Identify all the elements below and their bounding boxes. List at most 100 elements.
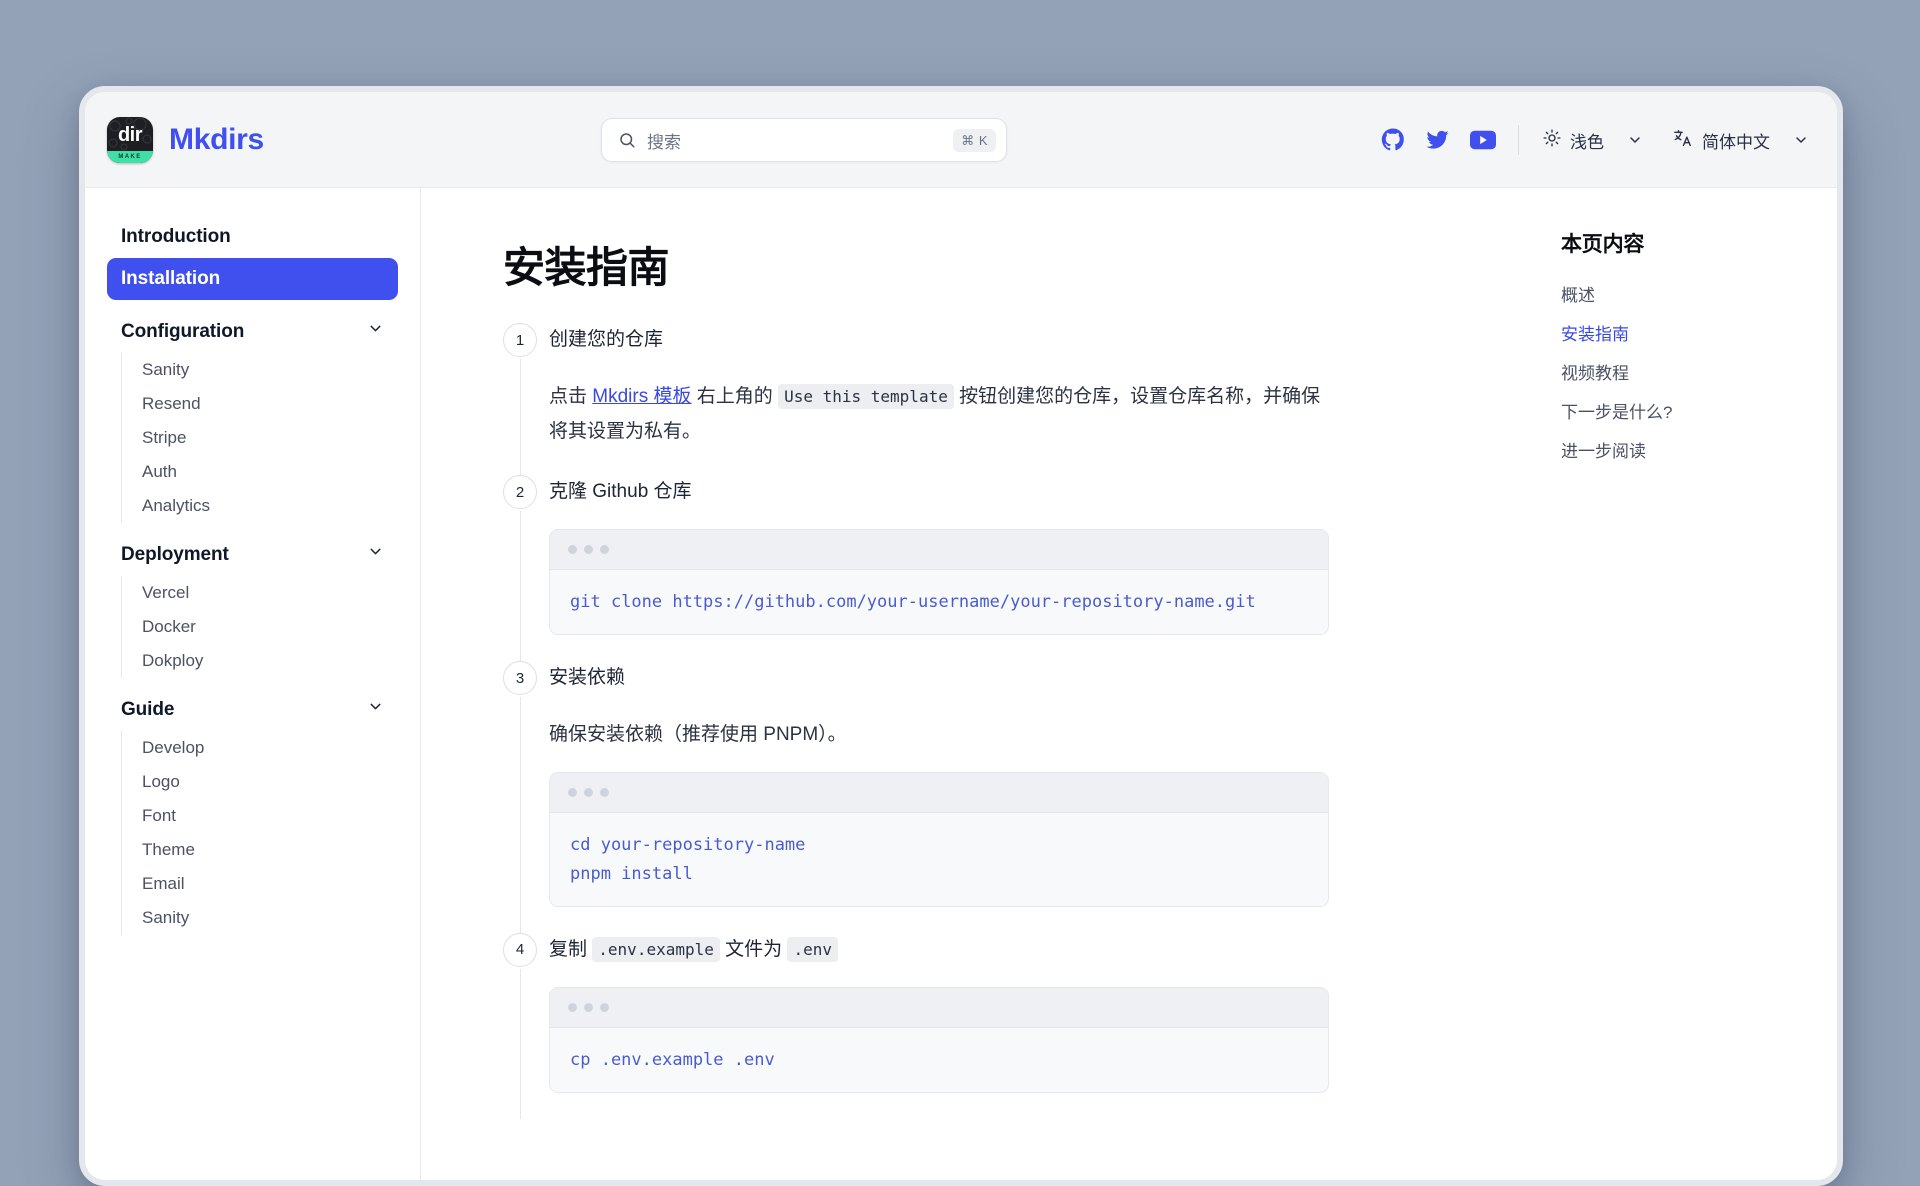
github-icon[interactable]	[1381, 128, 1405, 152]
code-block[interactable]: git clone https://github.com/your-userna…	[549, 529, 1329, 636]
code-block-content: git clone https://github.com/your-userna…	[570, 592, 1256, 613]
code-block-content: cd your-repository-name pnpm install	[570, 835, 806, 884]
code-block-titlebar	[550, 773, 1328, 814]
sidebar-item-logo[interactable]: Logo	[122, 765, 398, 799]
step-body: cp .env.example .env	[549, 986, 1483, 1119]
step-number: 2	[503, 475, 537, 510]
social-links	[1381, 128, 1496, 152]
sidebar-item-resend[interactable]: Resend	[122, 387, 398, 421]
chevron-down-icon	[367, 698, 384, 721]
step-body: git clone https://github.com/your-userna…	[549, 529, 1483, 661]
step-number: 1	[503, 323, 537, 357]
step-body: 确保安装依赖（推荐使用 PNPM）。 cd your-repository-na…	[549, 699, 1483, 932]
code-block-titlebar	[550, 987, 1328, 1028]
twitter-icon[interactable]	[1425, 128, 1450, 152]
sidebar-group-label: Guide	[121, 698, 175, 720]
traffic-light-dot	[568, 1002, 577, 1012]
sidebar-item-analytics[interactable]: Analytics	[122, 489, 398, 523]
step-title: 创建您的仓库	[549, 329, 664, 350]
inline-code-env-example: .env.example	[592, 936, 720, 962]
step-title-middle: 文件为	[719, 938, 788, 960]
logo-mark-text: dir	[117, 123, 143, 146]
sidebar-group-items: Sanity Resend Stripe Auth Analytics	[121, 353, 398, 523]
sidebar-item-docker[interactable]: Docker	[122, 610, 398, 644]
step-number: 4	[503, 932, 537, 967]
sidebar-group-items: Develop Logo Font Theme Email Sanity	[121, 731, 398, 935]
code-block[interactable]: cp .env.example .env	[549, 986, 1329, 1093]
language-selector[interactable]: 简体中文	[1671, 124, 1811, 157]
language-selector-label: 简体中文	[1702, 132, 1770, 152]
search-shortcut-badge: ⌘ K	[953, 128, 996, 152]
traffic-light-dot	[600, 788, 609, 798]
brand-name: Mkdirs	[169, 122, 264, 156]
inline-code-env: .env	[787, 936, 838, 962]
table-of-contents: 本页内容 概述 安装指南 视频教程 下一步是什么? 进一步阅读	[1537, 188, 1837, 1180]
app-window: dir MAKE Mkdirs 搜索 ⌘ K 浅色 简体中文 Introduct…	[79, 86, 1843, 1186]
sidebar: Introduction Installation Configuration …	[85, 188, 421, 1180]
step-body: 点击 Mkdirs 模板 右上角的 Use this template 按钮创建…	[549, 361, 1483, 475]
traffic-light-dot	[584, 788, 593, 798]
toc-item-video-tutorial[interactable]: 视频教程	[1561, 352, 1813, 391]
toc-title: 本页内容	[1561, 233, 1645, 256]
sidebar-item-sanity[interactable]: Sanity	[122, 353, 398, 387]
header-right-controls: 浅色 简体中文	[1381, 92, 1811, 188]
search-input[interactable]: 搜索 ⌘ K	[601, 118, 1007, 162]
traffic-light-dot	[600, 1002, 609, 1012]
sidebar-item-sanity-guide[interactable]: Sanity	[122, 901, 398, 935]
search-wrap: 搜索 ⌘ K	[601, 118, 1007, 162]
page-title: 安装指南	[503, 244, 670, 291]
chevron-down-icon	[367, 543, 384, 566]
step-title: 安装依赖	[549, 667, 626, 689]
header-divider	[1518, 125, 1519, 155]
para-prefix: 点击	[549, 386, 593, 407]
sidebar-item-auth[interactable]: Auth	[122, 455, 398, 489]
traffic-light-dot	[600, 545, 609, 555]
sidebar-item-develop[interactable]: Develop	[122, 731, 398, 765]
code-block-titlebar	[550, 530, 1328, 571]
toc-item-installation-guide[interactable]: 安装指南	[1561, 313, 1813, 352]
sidebar-item-vercel[interactable]: Vercel	[122, 576, 398, 610]
sidebar-item-introduction[interactable]: Introduction	[107, 216, 398, 258]
step-item: 2 克隆 Github 仓库 git clone https://github.…	[503, 475, 1483, 664]
youtube-icon[interactable]	[1470, 130, 1496, 150]
toc-item-whats-next[interactable]: 下一步是什么?	[1561, 391, 1813, 430]
sun-icon	[1543, 128, 1561, 152]
chevron-down-icon	[1627, 132, 1643, 148]
sidebar-group-items: Vercel Docker Dokploy	[121, 576, 398, 678]
step-item: 3 安装依赖 确保安装依赖（推荐使用 PNPM）。 cd your-reposi…	[503, 661, 1483, 935]
sidebar-item-font[interactable]: Font	[122, 799, 398, 833]
sidebar-item-email[interactable]: Email	[122, 867, 398, 901]
inline-code-use-this-template: Use this template	[778, 384, 954, 409]
step-title: 克隆 Github 仓库	[549, 481, 692, 503]
search-icon	[618, 131, 636, 149]
sidebar-group-configuration[interactable]: Configuration	[107, 310, 398, 353]
step-title: 复制 .env.example 文件为 .env	[549, 933, 1483, 967]
search-placeholder: 搜索	[647, 132, 681, 152]
app-body: Introduction Installation Configuration …	[85, 188, 1837, 1180]
app-header: dir MAKE Mkdirs 搜索 ⌘ K 浅色 简体中文	[85, 92, 1837, 188]
brand[interactable]: dir MAKE Mkdirs	[107, 116, 407, 163]
sidebar-group-deployment[interactable]: Deployment	[107, 533, 398, 576]
toc-item-overview[interactable]: 概述	[1561, 274, 1813, 313]
main-content: 安装指南 1 创建您的仓库 点击 Mkdirs 模板 右上角的 Use this…	[421, 188, 1537, 1180]
sidebar-group-label: Configuration	[121, 320, 245, 342]
step-title-prefix: 复制	[549, 938, 593, 960]
mkdirs-template-link[interactable]: Mkdirs 模板	[592, 386, 691, 407]
sidebar-item-stripe[interactable]: Stripe	[122, 421, 398, 455]
theme-selector[interactable]: 浅色	[1541, 124, 1645, 157]
sidebar-item-installation[interactable]: Installation	[107, 258, 398, 300]
code-block[interactable]: cd your-repository-name pnpm install	[549, 772, 1329, 907]
sidebar-item-dokploy[interactable]: Dokploy	[122, 644, 398, 678]
chevron-down-icon	[1793, 132, 1809, 148]
toc-item-further-reading[interactable]: 进一步阅读	[1561, 430, 1813, 469]
traffic-light-dot	[584, 545, 593, 555]
logo-badge-text: MAKE	[107, 150, 153, 163]
theme-selector-label: 浅色	[1570, 132, 1604, 152]
step-item: 4 复制 .env.example 文件为 .env cp .env.examp…	[503, 932, 1483, 1119]
translate-icon	[1673, 129, 1693, 152]
sidebar-item-theme[interactable]: Theme	[122, 833, 398, 867]
step-number: 3	[503, 661, 537, 696]
mkdirs-logo-icon: dir MAKE	[107, 116, 153, 163]
sidebar-group-guide[interactable]: Guide	[107, 688, 398, 731]
step-item: 1 创建您的仓库 点击 Mkdirs 模板 右上角的 Use this temp…	[503, 323, 1483, 478]
